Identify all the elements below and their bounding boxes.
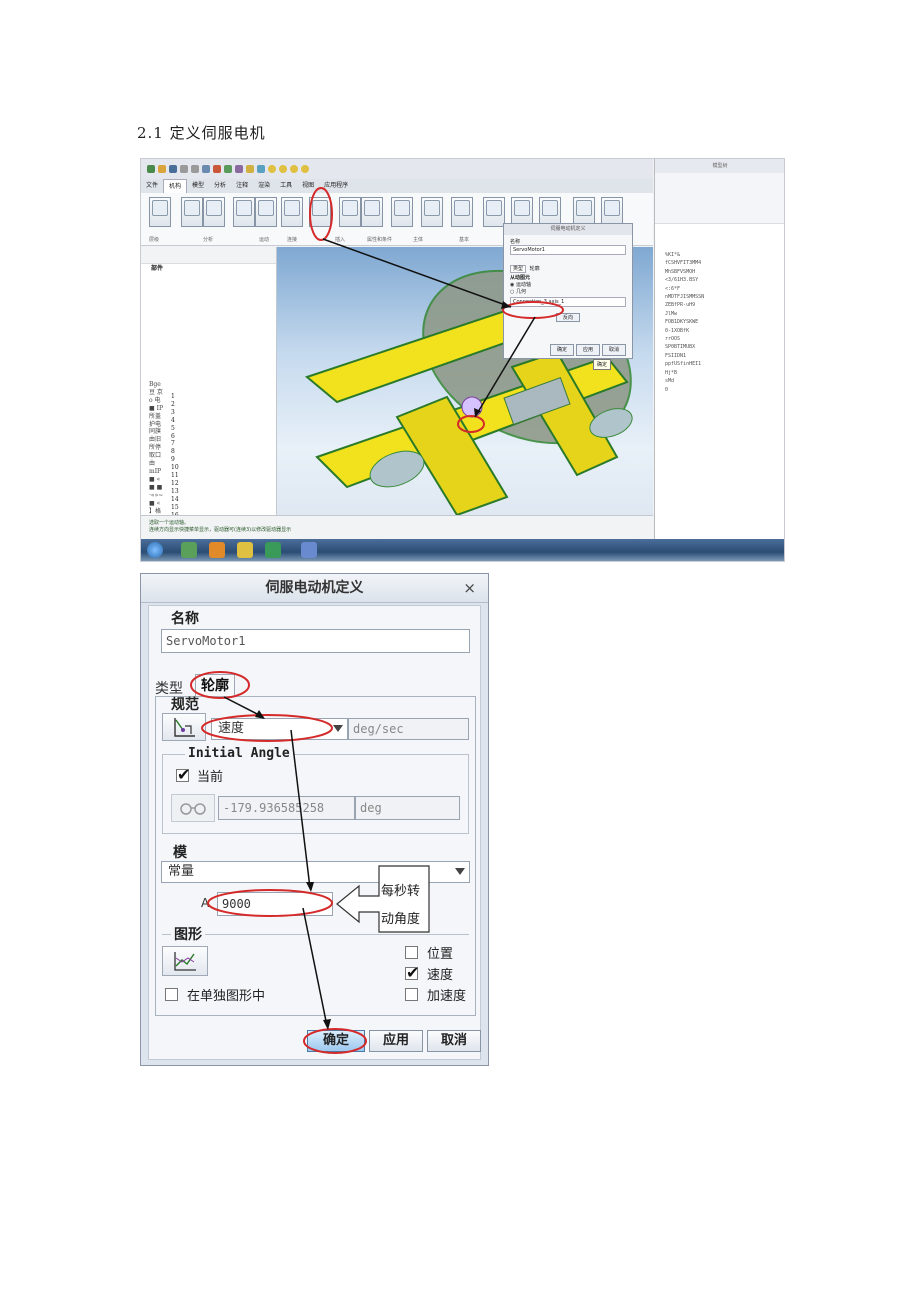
- callout-line1: 每秒转: [381, 884, 421, 899]
- highlight-circle: [201, 714, 333, 742]
- software-screenshot: 文件 机构 模型 分析 注释 渲染 工具 视图 应用程序 层级 分析 运动 连接…: [140, 158, 785, 562]
- callout-line2: 动角度: [381, 912, 421, 927]
- highlight-circle: [457, 415, 485, 433]
- arrow-line: [322, 238, 512, 308]
- highlight-circle: [190, 671, 250, 699]
- annotation-overlay: [309, 187, 564, 433]
- arrow-head: [306, 882, 314, 892]
- highlight-circle: [207, 889, 333, 917]
- highlight-circle: [502, 301, 564, 319]
- section-heading: 2.1 定义伺服电机: [137, 124, 266, 142]
- annotation-overlay: [190, 671, 430, 1054]
- highlight-circle: [303, 1028, 367, 1054]
- highlight-circle: [309, 187, 333, 241]
- servo-motor-dialog: 伺服电动机定义 × 名称 ServoMotor1 类型 轮廓 规范 速度 deg…: [140, 573, 489, 1066]
- arrow-line: [474, 316, 536, 418]
